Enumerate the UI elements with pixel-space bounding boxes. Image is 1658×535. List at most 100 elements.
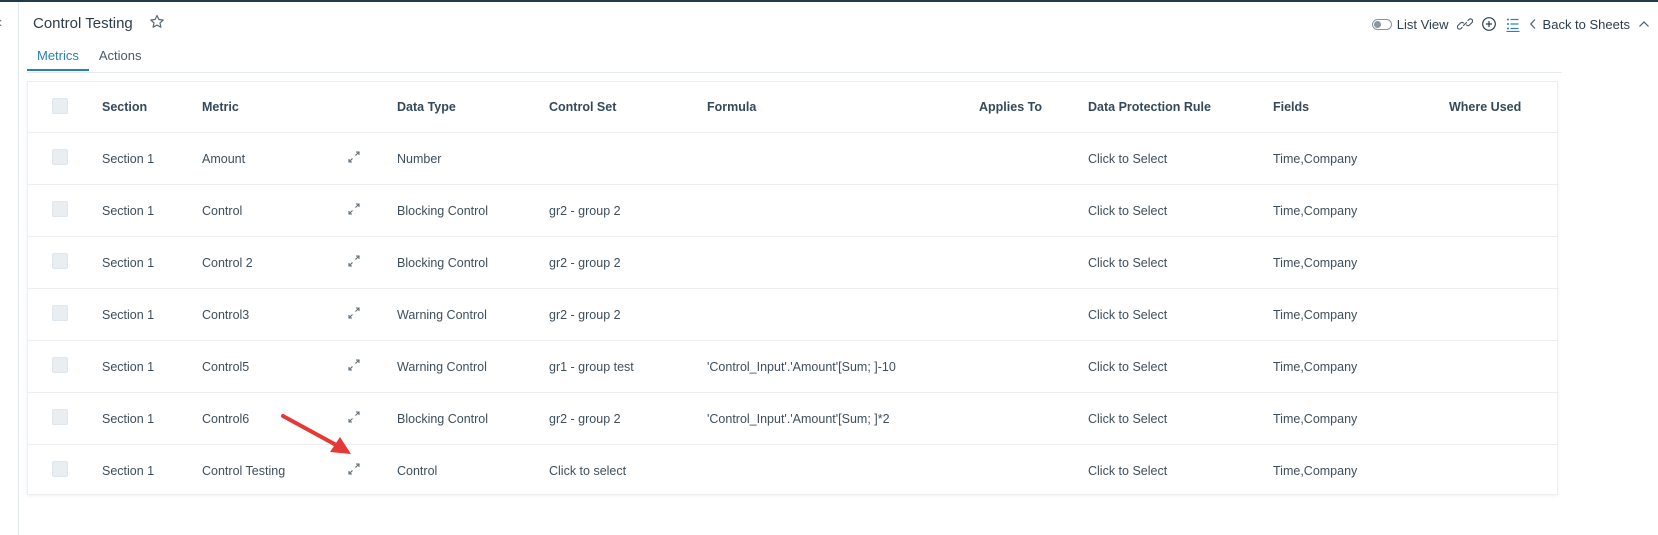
column-header-data-protection-rule[interactable]: Data Protection Rule [1088, 82, 1273, 133]
cell-control-set: gr2 - group 2 [549, 288, 707, 341]
cell-expand[interactable] [341, 392, 397, 445]
column-header-where-used[interactable]: Where Used [1449, 82, 1559, 133]
expand-icon[interactable] [347, 410, 361, 424]
row-checkbox[interactable] [52, 201, 68, 217]
chevron-left-icon[interactable]: ‹ [0, 14, 2, 32]
cell-section: Section 1 [102, 392, 202, 445]
row-checkbox-cell[interactable] [28, 236, 102, 289]
column-header-formula[interactable]: Formula [707, 82, 979, 133]
row-checkbox[interactable] [52, 149, 68, 165]
cell-applies-to [979, 288, 1088, 341]
row-checkbox-cell[interactable] [28, 288, 102, 341]
tab-divider [27, 72, 1562, 73]
expand-icon[interactable] [347, 358, 361, 372]
tab-metrics[interactable]: Metrics [27, 45, 89, 71]
cell-data-type: Blocking Control [397, 392, 549, 445]
list-view-label: List View [1396, 16, 1449, 32]
column-header-fields[interactable]: Fields [1273, 82, 1449, 133]
column-header-expand [341, 82, 397, 133]
select-all-checkbox[interactable] [52, 97, 68, 114]
column-header-control-set[interactable]: Control Set [549, 82, 707, 133]
cell-data-type: Warning Control [397, 288, 549, 341]
cell-data-protection-rule[interactable]: Click to Select [1088, 288, 1273, 341]
page-header: Control Testing List View Back to Sheets [19, 2, 1658, 42]
add-circle-icon[interactable] [1481, 16, 1497, 32]
cell-expand[interactable] [341, 340, 397, 393]
table-row[interactable]: Section 1 Amount Number Click to Select Time… [28, 132, 1559, 185]
cell-control-set: gr2 - group 2 [549, 236, 707, 289]
cell-data-protection-rule[interactable]: Click to Select [1088, 392, 1273, 445]
chevron-left-icon [1529, 19, 1535, 29]
cell-metric: Control3 [202, 288, 341, 341]
table-row[interactable]: Section 1 Control Blocking Control gr2 - gr… [28, 184, 1559, 237]
expand-icon[interactable] [347, 306, 361, 320]
cell-formula [707, 132, 979, 185]
list-icon[interactable] [1505, 16, 1521, 32]
table-row[interactable]: Section 1 Control5 Warning Control gr1 - gr… [28, 340, 1559, 393]
tab-actions[interactable]: Actions [89, 45, 152, 71]
cell-where-used [1449, 445, 1559, 497]
cell-section: Section 1 [102, 132, 202, 185]
row-checkbox-cell[interactable] [28, 445, 102, 497]
expand-icon[interactable] [347, 254, 361, 268]
star-icon[interactable] [149, 14, 165, 30]
header-toolbar: List View Back to Sheets [1371, 14, 1650, 34]
main-panel: Control Testing List View Back to Sheets… [19, 2, 1658, 535]
cell-data-protection-rule[interactable]: Click to Select [1088, 184, 1273, 237]
cell-data-protection-rule[interactable]: Click to Select [1088, 236, 1273, 289]
cell-data-type: Blocking Control [397, 184, 549, 237]
cell-control-set: gr2 - group 2 [549, 184, 707, 237]
table-row[interactable]: Section 1 Control6 Blocking Control gr2 - g… [28, 392, 1559, 445]
row-checkbox-cell[interactable] [28, 340, 102, 393]
chevron-up-icon[interactable] [1638, 19, 1650, 29]
expand-icon[interactable] [347, 150, 361, 164]
row-checkbox-cell[interactable] [28, 132, 102, 185]
cell-data-protection-rule[interactable]: Click to Select [1088, 445, 1273, 497]
column-header-applies-to[interactable]: Applies To [979, 82, 1088, 133]
link-icon[interactable] [1456, 16, 1473, 32]
cell-data-type: Number [397, 132, 549, 185]
cell-where-used [1449, 392, 1559, 445]
left-rail[interactable]: ‹ [0, 2, 19, 535]
table-row[interactable]: Section 1 Control 2 Blocking Control gr2 - … [28, 236, 1559, 289]
row-checkbox[interactable] [52, 461, 68, 477]
row-checkbox-cell[interactable] [28, 392, 102, 445]
row-checkbox[interactable] [52, 253, 68, 269]
cell-expand[interactable] [341, 236, 397, 289]
back-to-sheets-label: Back to Sheets [1542, 16, 1630, 32]
cell-applies-to [979, 392, 1088, 445]
cell-metric: Control6 [202, 392, 341, 445]
cell-data-protection-rule[interactable]: Click to Select [1088, 340, 1273, 393]
row-checkbox-cell[interactable] [28, 184, 102, 237]
row-checkbox[interactable] [52, 305, 68, 321]
cell-data-type: Warning Control [397, 340, 549, 393]
select-all-cell[interactable] [28, 82, 102, 133]
tab-bar: Metrics Actions [27, 45, 152, 71]
row-checkbox[interactable] [52, 409, 68, 425]
column-header-metric[interactable]: Metric [202, 82, 341, 133]
expand-icon[interactable] [347, 462, 361, 476]
cell-control-set: gr1 - group test [549, 340, 707, 393]
cell-applies-to [979, 445, 1088, 497]
cell-fields: Time,Company [1273, 184, 1449, 237]
table-row[interactable]: Section 1 Control3 Warning Control gr2 - gr… [28, 288, 1559, 341]
cell-formula: 'Control_Input'.'Amount'[Sum; ]-10 [707, 340, 979, 393]
toggle-icon[interactable] [1371, 18, 1392, 30]
list-view-toggle[interactable]: List View [1371, 16, 1449, 32]
cell-expand[interactable] [341, 184, 397, 237]
cell-control-set[interactable]: Click to select [549, 445, 707, 497]
column-header-section[interactable]: Section [102, 82, 202, 133]
row-checkbox[interactable] [52, 357, 68, 373]
cell-fields: Time,Company [1273, 236, 1449, 289]
cell-formula [707, 445, 979, 497]
expand-icon[interactable] [347, 202, 361, 216]
cell-expand[interactable] [341, 132, 397, 185]
cell-expand[interactable] [341, 445, 397, 497]
table-row[interactable]: Section 1 Control Testing Control Click to … [28, 445, 1559, 497]
cell-formula [707, 236, 979, 289]
cell-data-protection-rule[interactable]: Click to Select [1088, 132, 1273, 185]
column-header-data-type[interactable]: Data Type [397, 82, 549, 133]
cell-expand[interactable] [341, 288, 397, 341]
back-to-sheets-link[interactable]: Back to Sheets [1529, 17, 1630, 32]
cell-metric: Control5 [202, 340, 341, 393]
